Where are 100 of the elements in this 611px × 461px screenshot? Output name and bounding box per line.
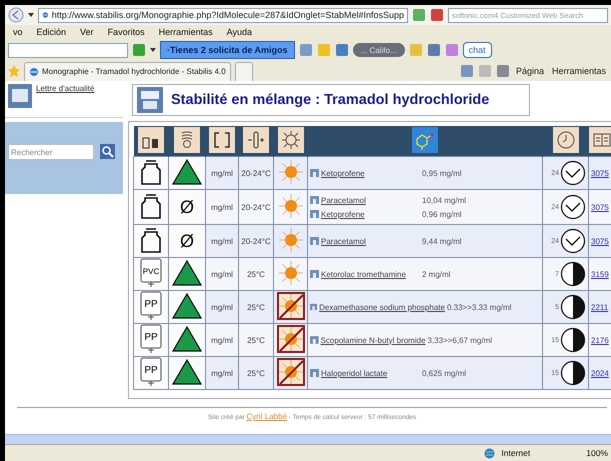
page-title: Stabilité en mélange : Tramadol hydrochloride (171, 92, 490, 108)
caret-icon (150, 48, 156, 52)
toolbar-search-field[interactable] (8, 42, 128, 58)
radio-player[interactable]: ... Califo... (352, 43, 405, 57)
clock-icon (560, 160, 586, 186)
menu-item[interactable]: vo (8, 27, 28, 37)
browser-tab[interactable]: Monographie - Tramadol hydrochloride - Stabilis 4.0 (24, 62, 231, 80)
drug-link[interactable]: Ketoprofene (321, 210, 365, 218)
triangle-icon (172, 260, 202, 286)
search-icon[interactable] (100, 144, 115, 159)
wave-header-icon (174, 127, 200, 153)
clock-icon (560, 228, 586, 254)
drug-icon (310, 237, 319, 245)
caret-icon (28, 13, 34, 17)
unit-text: mg/ml (211, 270, 233, 278)
half-circle-icon (560, 327, 586, 353)
friend-request-button[interactable]: ·Tienes 2 solicita de Amigos (160, 41, 295, 59)
sun-icon (276, 157, 306, 187)
toolbar-icon[interactable] (334, 43, 349, 57)
bottle-icon (140, 193, 162, 219)
sun-icon (276, 225, 306, 255)
horizontal-scrollbar[interactable] (5, 434, 611, 444)
drug-icon (310, 169, 319, 177)
unit-text: mg/ml (211, 202, 233, 212)
half-circle-icon (560, 294, 586, 320)
menu-item[interactable]: Ver (75, 27, 99, 37)
chat-button[interactable]: chat (462, 42, 492, 58)
half-circle-icon (560, 360, 586, 386)
sun-icon (276, 191, 306, 221)
drug-link[interactable]: Scopolamine N-butyl bromide (320, 336, 426, 344)
page-menu-button[interactable]: Página (514, 66, 546, 76)
newsletter-link[interactable]: Lettre d'actualité (36, 84, 94, 114)
concentration-text: 0,625 mg/ml (422, 368, 468, 378)
unit-text: mg/ml (211, 168, 233, 178)
unit-text: mg/ml (211, 336, 233, 344)
bottle-icon (140, 159, 162, 185)
thermometer-header-icon (243, 127, 269, 153)
drug-link[interactable]: Paracetamol (321, 236, 366, 246)
triangle-icon (172, 159, 202, 185)
concentration-text: 0,95 mg/ml (422, 168, 463, 178)
temperature-text: 25°C (247, 368, 265, 378)
globe-icon (484, 448, 496, 458)
unit-text: mg/ml (211, 302, 233, 312)
drug-link[interactable]: Paracetamol (321, 196, 366, 204)
temperature-text: 25°C (247, 336, 265, 344)
concentration-text: 9,44 mg/ml (422, 236, 463, 246)
toolbar-icon[interactable] (426, 43, 441, 57)
menu-item[interactable]: Favoritos (102, 27, 150, 37)
half-circle-icon (560, 261, 586, 287)
drug-icon (310, 336, 319, 344)
drip-icon (137, 87, 163, 113)
compatibility-symbol: Ø (180, 230, 194, 250)
new-tab-button[interactable] (234, 62, 253, 80)
concentration-text: 0,96 mg/ml (422, 210, 463, 218)
back-button[interactable] (8, 7, 24, 23)
sun-header-icon (278, 127, 304, 153)
menu-item[interactable]: Ayuda (222, 27, 257, 37)
tools-menu-button[interactable]: Herramientas (550, 66, 608, 76)
toolbar-icon[interactable] (444, 43, 459, 57)
molecule-header-icon (412, 126, 438, 152)
brackets-header-icon (209, 127, 235, 153)
light-protected-icon (276, 324, 306, 354)
toolbar-icon[interactable] (316, 43, 331, 57)
temperature-text: 25°C (247, 302, 265, 312)
favorites-star-icon[interactable] (8, 65, 20, 77)
drug-icon (310, 303, 318, 311)
zoom-text[interactable]: 100% (586, 448, 608, 458)
drug-link[interactable]: Dexamethasone sodium phosphate (319, 302, 445, 312)
drug-icon (310, 270, 319, 278)
concentration-text: 3,33>>6,67 mg/ml (428, 336, 493, 344)
drug-link[interactable]: Ketorolac tromethamine (321, 270, 406, 278)
drug-link[interactable]: Haloperidol lactate (321, 368, 388, 378)
light-protected-icon (276, 291, 306, 321)
concentration-text: 2 mg/ml (422, 270, 452, 278)
clock-header-icon (552, 127, 578, 153)
clock-icon (560, 194, 586, 220)
temperature-text: 20-24°C (241, 202, 271, 212)
address-field[interactable]: http://www.stabilis.org/Monographie.php?IdMolecule=287&IdOnglet=StabMel#InfosSupp (38, 8, 408, 22)
drug-icon (310, 369, 319, 377)
compatibility-symbol: Ø (180, 196, 194, 216)
sun-icon (276, 258, 306, 288)
toolbar-icon[interactable] (298, 43, 313, 57)
light-protected-icon (276, 357, 306, 387)
toolbar-icon[interactable] (408, 43, 423, 57)
temperature-text: 25°C (247, 270, 265, 278)
temperature-text: 20-24°C (241, 236, 271, 246)
triangle-icon (172, 293, 202, 319)
container-header-icon (138, 127, 164, 153)
search-field[interactable]: Rechercher (8, 144, 94, 160)
concentration-text: 0.33>>3.33 mg/ml (446, 302, 512, 312)
menu-item[interactable]: Edición (32, 27, 72, 37)
triangle-icon (172, 359, 202, 385)
menu-item[interactable]: Herramientas (154, 27, 218, 37)
temperature-text: 20-24°C (241, 168, 271, 178)
reference-header-icon (589, 127, 611, 153)
bottle-icon (140, 227, 162, 253)
drug-link[interactable]: Ketoprofene (321, 168, 365, 178)
zone-text: Internet (501, 448, 530, 458)
newsletter-icon (8, 84, 32, 108)
unit-text: mg/ml (211, 236, 233, 246)
